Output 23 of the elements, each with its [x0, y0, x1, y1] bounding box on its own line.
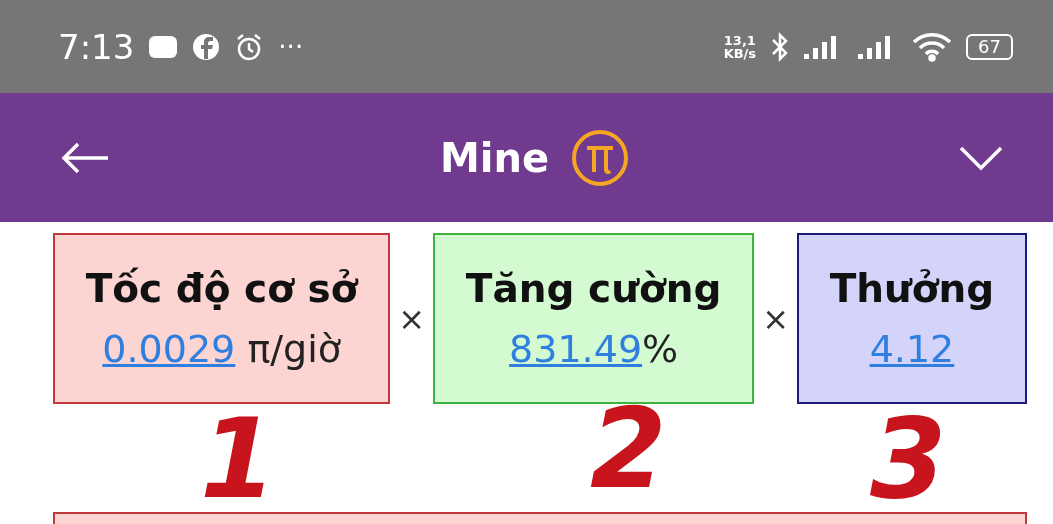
value-link[interactable]: 831.49: [509, 327, 643, 371]
back-arrow-icon[interactable]: [60, 140, 110, 175]
page-title: Mine: [439, 134, 550, 181]
coin-icon: [571, 128, 630, 187]
more-notifications: ···: [278, 31, 304, 62]
value-unit: %: [642, 327, 679, 371]
network-speed: 13,1 KB/s: [723, 33, 757, 60]
wifi-icon: [912, 31, 953, 62]
handwritten-number: 2: [590, 394, 667, 504]
multiply-sign: ×: [397, 299, 427, 338]
card-title: Tăng cường: [465, 266, 722, 311]
handwritten-number: 3: [870, 404, 947, 514]
value-link[interactable]: 4.12: [869, 327, 955, 371]
value-unit: π/giờ: [246, 327, 341, 371]
multiply-sign: ×: [761, 299, 790, 338]
handwritten-number: 1: [200, 404, 277, 514]
battery: 67: [966, 33, 1013, 60]
social-app-icon: [192, 32, 221, 61]
value-link[interactable]: 0.0029: [102, 327, 236, 371]
chevron-down-icon[interactable]: [959, 144, 1003, 171]
card-title: Thưởng: [829, 266, 995, 311]
card-title: Tốc độ cơ sở: [85, 266, 358, 311]
clock: 7:13: [58, 26, 135, 67]
